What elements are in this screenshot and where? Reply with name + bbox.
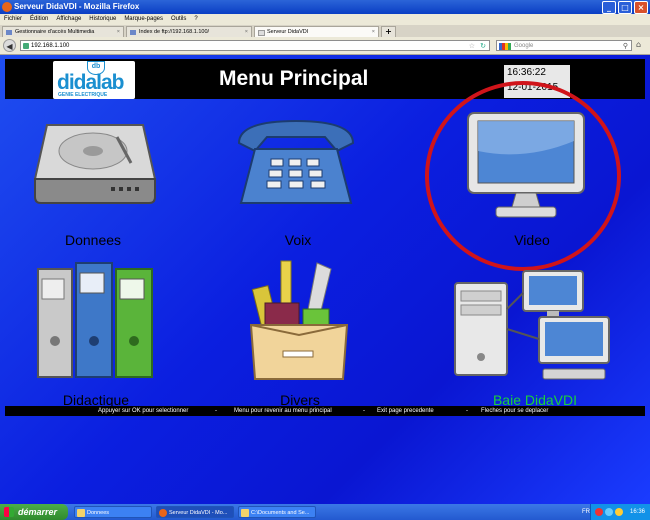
menu-affichage[interactable]: Affichage — [56, 14, 81, 25]
taskbar-clock: 16:36 — [629, 509, 645, 515]
page-icon — [6, 30, 12, 35]
hint-separator: - — [363, 408, 365, 414]
search-icon[interactable]: ⚲ — [623, 41, 628, 52]
url-bar[interactable]: 192.168.1.100 ☆ ↻ — [20, 40, 490, 51]
folder-icon — [77, 509, 85, 517]
maximize-button[interactable]: □ — [618, 1, 632, 14]
close-tab-icon[interactable]: × — [117, 27, 120, 37]
window-titlebar: Serveur DidaVDI - Mozilla Firefox _ □ × — [0, 0, 650, 14]
menu-edition[interactable]: Édition — [30, 14, 48, 25]
reload-icon[interactable]: ↻ — [480, 41, 486, 52]
hint-bar: Appuyer sur OK pour selectionner - Menu … — [5, 406, 645, 416]
hint-separator: - — [215, 408, 217, 414]
tab-serveur-didavdi[interactable]: Serveur DidaVDI × — [254, 26, 379, 37]
network-computers-icon[interactable] — [453, 269, 613, 390]
hint-select: Appuyer sur OK pour selectionner — [98, 408, 189, 414]
back-button[interactable]: ◀ — [3, 39, 16, 52]
taskbar-button-explorer[interactable]: C:\Documents and Se... — [238, 506, 316, 518]
window-title: Serveur DidaVDI - Mozilla Firefox — [14, 2, 140, 11]
start-label: démarrer — [18, 507, 58, 517]
page-content: db didalab GENIE ELECTRIQUE Menu Princip… — [0, 55, 650, 504]
firefox-icon — [159, 509, 167, 517]
didalab-logo: db didalab GENIE ELECTRIQUE — [53, 61, 135, 99]
firefox-icon — [2, 2, 12, 12]
taskbar-button-label: Serveur DidaVDI - Mo... — [169, 510, 228, 516]
navigation-bar: ◀ 192.168.1.100 ☆ ↻ Google ⚲ ⌂ — [0, 37, 650, 55]
search-input[interactable]: Google ⚲ — [496, 40, 632, 51]
folder-icon — [241, 509, 249, 517]
tray-icon[interactable] — [595, 508, 603, 516]
tray-icon[interactable] — [615, 508, 623, 516]
close-tab-icon[interactable]: × — [245, 27, 248, 37]
supplies-box-icon[interactable] — [247, 259, 351, 386]
site-icon — [23, 43, 29, 49]
page-title: Menu Principal — [219, 67, 369, 90]
bookmark-star-icon[interactable]: ☆ — [469, 41, 475, 52]
home-icon[interactable]: ⌂ — [636, 40, 646, 51]
close-button[interactable]: × — [634, 1, 648, 14]
tab-bar: Gestionnaire d'accès Multimedia × Index … — [0, 25, 650, 38]
hard-drive-icon[interactable] — [33, 115, 157, 216]
taskbar-button-label: Donnees — [87, 510, 110, 516]
taskbar-button-donnees[interactable]: Donnees — [74, 506, 152, 518]
tab-label: Serveur DidaVDI — [267, 29, 309, 35]
windows-logo-icon — [4, 507, 14, 517]
binders-icon[interactable] — [36, 261, 156, 386]
menu-marque-pages[interactable]: Marque-pages — [124, 14, 163, 25]
tab-label: Gestionnaire d'accès Multimedia — [15, 29, 95, 35]
menu-aide[interactable]: ? — [194, 14, 197, 25]
minimize-button[interactable]: _ — [602, 1, 616, 14]
language-indicator[interactable]: FR — [582, 504, 590, 520]
hint-exit: Exit page precedente — [377, 408, 434, 414]
tab-gestionnaire[interactable]: Gestionnaire d'accès Multimedia × — [2, 26, 124, 37]
start-button[interactable]: démarrer — [0, 504, 68, 520]
menu-outils[interactable]: Outils — [171, 14, 186, 25]
tab-ftp-index[interactable]: Index de ftp://192.168.1.100/ × — [126, 26, 252, 37]
logo-subtitle: GENIE ELECTRIQUE — [58, 92, 108, 98]
url-text: 192.168.1.100 — [31, 43, 70, 49]
hint-menu: Menu pour revenir au menu principal — [234, 408, 332, 414]
menu-historique[interactable]: Historique — [89, 14, 116, 25]
telephone-icon[interactable] — [233, 115, 359, 216]
system-tray: 16:36 — [590, 504, 650, 520]
close-tab-icon[interactable]: × — [372, 27, 375, 37]
menu-label-donnees[interactable]: Donnees — [45, 232, 141, 248]
search-placeholder: Google — [514, 43, 534, 49]
page-icon — [130, 30, 136, 35]
selection-highlight-circle — [425, 81, 621, 271]
clock-time: 16:36:22 — [507, 67, 546, 78]
hint-arrows: Fleches pour se deplacer — [481, 408, 549, 414]
taskbar-button-firefox[interactable]: Serveur DidaVDI - Mo... — [156, 506, 234, 518]
taskbar-button-label: C:\Documents and Se... — [251, 510, 310, 516]
page-icon — [258, 30, 265, 36]
menu-label-voix[interactable]: Voix — [253, 232, 343, 248]
google-icon — [499, 43, 511, 50]
hint-separator: - — [466, 408, 468, 414]
menu-fichier[interactable]: Fichier — [4, 14, 22, 25]
taskbar: démarrer Donnees Serveur DidaVDI - Mo...… — [0, 504, 650, 520]
tab-label: Index de ftp://192.168.1.100/ — [139, 29, 210, 35]
tray-icon[interactable] — [605, 508, 613, 516]
menu-bar: Fichier Édition Affichage Historique Mar… — [0, 14, 650, 25]
window-controls: _ □ × — [602, 1, 648, 14]
